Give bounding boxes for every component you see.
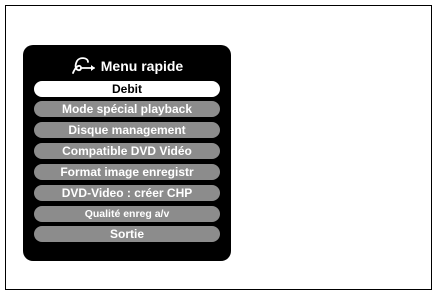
menu-item-qualite-enreg-av[interactable]: Qualité enreg a/v	[34, 206, 220, 222]
menu-item-dvd-video-creer-chp[interactable]: DVD-Video : créer CHP	[34, 185, 220, 201]
menu-item-disque-management[interactable]: Disque management	[34, 122, 220, 138]
quick-menu-panel: Menu rapide Debit Mode spécial playback …	[23, 45, 231, 261]
menu-title: Menu rapide	[100, 58, 184, 74]
menu-item-debit[interactable]: Debit	[34, 81, 220, 97]
menu-header: Menu rapide	[23, 55, 231, 77]
menu-item-mode-special-playback[interactable]: Mode spécial playback	[34, 101, 220, 117]
quick-menu-arrow-icon	[71, 56, 98, 76]
menu-item-compatible-dvd-video[interactable]: Compatible DVD Vidéo	[34, 143, 220, 159]
menu-item-sortie[interactable]: Sortie	[34, 226, 220, 242]
menu-item-format-image-enregistr[interactable]: Format image enregistr	[34, 164, 220, 180]
